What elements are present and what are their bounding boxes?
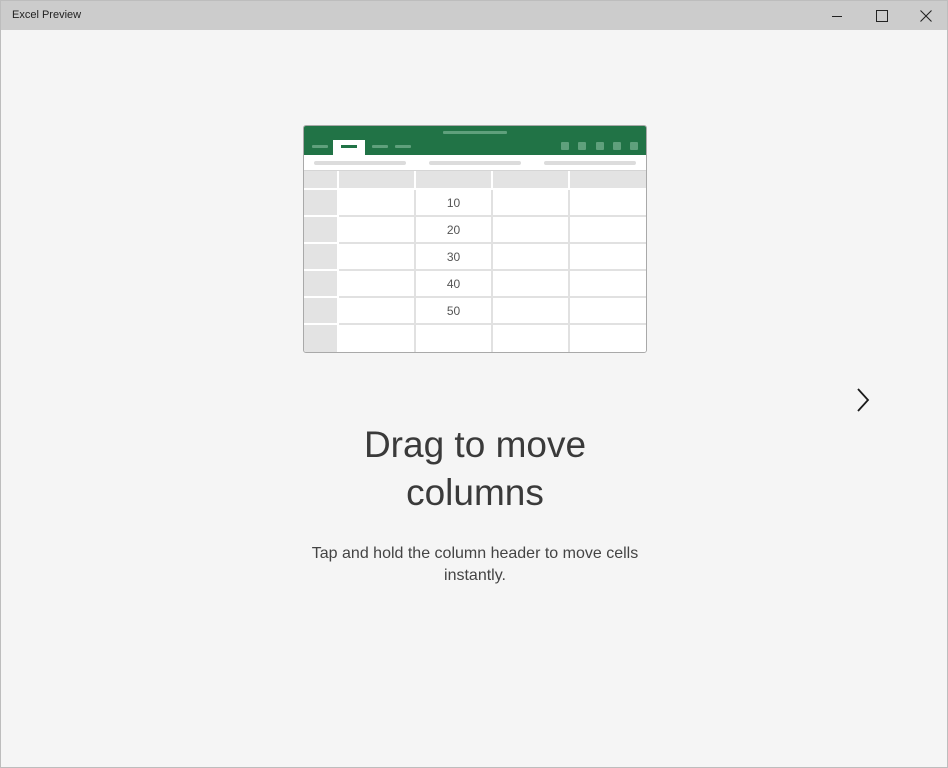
grid-cell [339, 298, 416, 325]
tab-placeholder [372, 145, 388, 148]
grid-cell [570, 217, 646, 244]
row-header [304, 271, 339, 298]
minimize-icon [832, 15, 842, 17]
row-header [304, 325, 339, 352]
grid-cell: 10 [416, 190, 493, 217]
row-header [304, 298, 339, 325]
row-header [304, 217, 339, 244]
app-title: Excel Preview [12, 9, 82, 21]
grid-cell [493, 271, 570, 298]
grid-cell [493, 244, 570, 271]
minimize-button[interactable] [814, 1, 860, 30]
grid-cell: 40 [416, 271, 493, 298]
active-tab-placeholder [333, 140, 365, 155]
slide-heading-line: columns [406, 472, 544, 513]
grid-cell [493, 298, 570, 325]
toolbar-icon-placeholder [578, 142, 586, 150]
toolbar-icon-placeholder [613, 142, 621, 150]
column-header [416, 171, 493, 190]
grid-cell [570, 271, 646, 298]
next-slide-button[interactable] [850, 384, 876, 416]
title-bar[interactable]: Excel Preview [1, 1, 947, 30]
grid-cell [339, 190, 416, 217]
slide-description-line: instantly. [444, 567, 506, 584]
close-button[interactable] [903, 1, 948, 30]
tab-placeholder [395, 145, 411, 148]
grid-cell [493, 325, 570, 352]
formula-bar-placeholder [304, 155, 646, 171]
grid-cell [339, 244, 416, 271]
grid-cell [570, 325, 646, 352]
toolbar-icon-placeholder [561, 142, 569, 150]
corner-cell [304, 171, 339, 190]
chevron-right-icon [857, 388, 870, 412]
tab-placeholder [312, 145, 328, 148]
grid-cell [416, 325, 493, 352]
column-header [570, 171, 646, 190]
close-icon [920, 9, 932, 22]
toolbar-icon-placeholder [596, 142, 604, 150]
grid-cell: 50 [416, 298, 493, 325]
title-placeholder [443, 131, 507, 134]
maximize-icon [876, 9, 888, 22]
grid-cell [570, 190, 646, 217]
slide-description-line: Tap and hold the column header to move c… [311, 545, 639, 562]
maximize-button[interactable] [859, 1, 905, 30]
grid-cell: 30 [416, 244, 493, 271]
row-header [304, 190, 339, 217]
column-header [493, 171, 570, 190]
spreadsheet-illustration: 10 20 30 40 50 [303, 125, 647, 353]
column-header [339, 171, 416, 190]
grid-cell [570, 298, 646, 325]
toolbar-icon-placeholder [630, 142, 638, 150]
grid-cell [493, 217, 570, 244]
grid-cell [339, 217, 416, 244]
slide-heading-line: Drag to move [363, 424, 587, 465]
sheet-grid: 10 20 30 40 50 [304, 171, 646, 352]
slide-description: Tap and hold the column header to move c… [285, 543, 665, 587]
grid-cell [339, 325, 416, 352]
ribbon-bar [304, 126, 646, 155]
grid-cell [339, 271, 416, 298]
grid-cell [570, 244, 646, 271]
row-header [304, 244, 339, 271]
app-window: Excel Preview 10 20 30 40 50 Drag to mov… [0, 0, 948, 768]
grid-cell: 20 [416, 217, 493, 244]
grid-cell [493, 190, 570, 217]
slide-heading: Drag to move columns [275, 421, 675, 517]
